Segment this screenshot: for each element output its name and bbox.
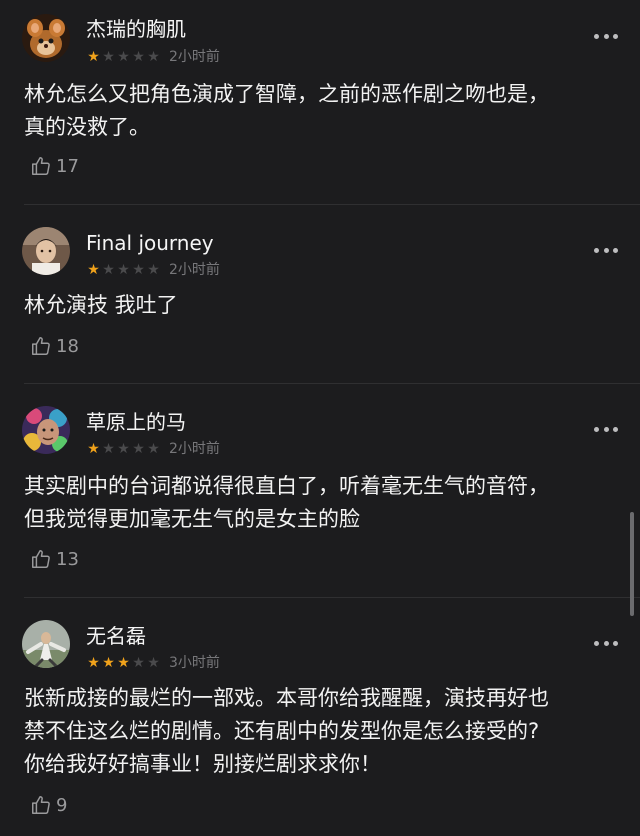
comment-line: 林允演技 我吐了 [24, 293, 178, 317]
more-options-icon[interactable] [594, 639, 618, 647]
star-rating: ★ ★ ★ ★ ★ 2小时前 [86, 262, 220, 278]
like-count: 13 [56, 548, 79, 570]
like-button[interactable]: 9 [30, 792, 67, 818]
thumbs-up-icon [32, 796, 50, 814]
star-icon: ★ [132, 441, 145, 457]
star-icon: ★ [147, 441, 160, 457]
like-count: 17 [56, 155, 79, 177]
avatar[interactable] [22, 14, 70, 62]
comment-item: 无名磊 ★ ★ ★ ★ ★ 3小时前 张新成接的最烂的一部戏。本哥你给我醒醒，演技再好也 … [0, 598, 640, 836]
like-button[interactable]: 17 [30, 153, 79, 179]
star-rating: ★ ★ ★ ★ ★ 2小时前 [86, 441, 220, 457]
thumbs-up-icon [32, 157, 50, 175]
username[interactable]: 杰瑞的胸肌 [86, 17, 186, 41]
star-icon: ★ [102, 49, 115, 65]
star-icon: ★ [117, 49, 130, 65]
star-icon: ★ [102, 262, 115, 278]
avatar[interactable] [22, 227, 70, 275]
star-icon: ★ [147, 655, 160, 671]
username[interactable]: 无名磊 [86, 624, 146, 648]
star-icon: ★ [102, 441, 115, 457]
comment-text: 林允演技 我吐了 [24, 289, 624, 322]
star-icon: ★ [117, 441, 130, 457]
star-rating: ★ ★ ★ ★ ★ 2小时前 [86, 49, 220, 65]
star-icon: ★ [132, 49, 145, 65]
star-icon: ★ [102, 655, 115, 671]
comment-line: 真的没救了。 [24, 115, 150, 139]
timestamp: 2小时前 [169, 441, 220, 457]
comment-line: 禁不住这么烂的剧情。还有剧中的发型你是怎么接受的? [24, 719, 540, 743]
more-options-icon[interactable] [594, 32, 618, 40]
avatar[interactable] [22, 406, 70, 454]
timestamp: 2小时前 [169, 49, 220, 65]
comment-text: 张新成接的最烂的一部戏。本哥你给我醒醒，演技再好也 禁不住这么烂的剧情。还有剧中… [24, 682, 624, 781]
comment-item: 草原上的马 ★ ★ ★ ★ ★ 2小时前 其实剧中的台词都说得很直白了，听着毫无生气的音符… [0, 384, 640, 597]
scrollbar[interactable] [630, 512, 634, 616]
star-icon: ★ [117, 655, 130, 671]
comment-item: Final journey ★ ★ ★ ★ ★ 2小时前 林允演技 我吐了 18 [0, 205, 640, 383]
star-icon: ★ [147, 262, 160, 278]
avatar[interactable] [22, 620, 70, 668]
like-button[interactable]: 13 [30, 546, 79, 572]
username[interactable]: 草原上的马 [86, 410, 186, 434]
like-button[interactable]: 18 [30, 333, 79, 359]
username[interactable]: Final journey [86, 231, 214, 255]
star-icon: ★ [87, 655, 100, 671]
star-rating: ★ ★ ★ ★ ★ 3小时前 [86, 655, 220, 671]
comment-text: 其实剧中的台词都说得很直白了，听着毫无生气的音符， 但我觉得更加毫无生气的是女主… [24, 470, 624, 536]
comment-line: 你给我好好搞事业！别接烂剧求求你！ [24, 752, 381, 776]
more-options-icon[interactable] [594, 425, 618, 433]
star-icon: ★ [87, 262, 100, 278]
more-options-icon[interactable] [594, 246, 618, 254]
star-icon: ★ [132, 262, 145, 278]
like-count: 18 [56, 335, 79, 357]
comment-line: 其实剧中的台词都说得很直白了，听着毫无生气的音符， [24, 474, 549, 498]
comment-line: 但我觉得更加毫无生气的是女主的脸 [24, 507, 360, 531]
timestamp: 3小时前 [169, 655, 220, 671]
star-icon: ★ [87, 49, 100, 65]
comment-line: 张新成接的最烂的一部戏。本哥你给我醒醒，演技再好也 [24, 686, 549, 710]
thumbs-up-icon [32, 550, 50, 568]
like-count: 9 [56, 794, 68, 816]
thumbs-up-icon [32, 337, 50, 355]
timestamp: 2小时前 [169, 262, 220, 278]
star-icon: ★ [132, 655, 145, 671]
comment-line: 林允怎么又把角色演成了智障，之前的恶作剧之吻也是， [24, 82, 549, 106]
comment-item: 杰瑞的胸肌 ★ ★ ★ ★ ★ 2小时前 林允怎么又把角色演成了智障，之前的恶作剧之吻也是… [0, 0, 640, 204]
star-icon: ★ [87, 441, 100, 457]
comment-text: 林允怎么又把角色演成了智障，之前的恶作剧之吻也是， 真的没救了。 [24, 78, 624, 144]
star-icon: ★ [117, 262, 130, 278]
star-icon: ★ [147, 49, 160, 65]
